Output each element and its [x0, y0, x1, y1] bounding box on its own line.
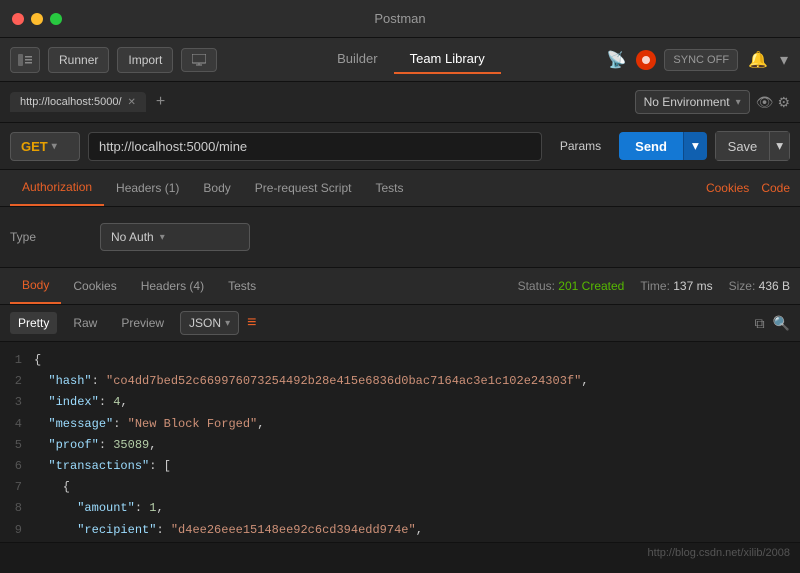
- team-library-tab[interactable]: Team Library: [394, 45, 501, 74]
- params-button[interactable]: Params: [550, 133, 611, 159]
- url-input[interactable]: [88, 132, 542, 161]
- footer: http://blog.csdn.net/xilib/2008: [0, 542, 800, 563]
- tab-authorization[interactable]: Authorization: [10, 170, 104, 206]
- code-line-7: 7 {: [0, 477, 800, 498]
- code-link[interactable]: Code: [761, 181, 790, 195]
- code-line-1: 1 {: [0, 350, 800, 371]
- code-area: 1 { 2 "hash": "co4dd7bed52c6699760732544…: [0, 342, 800, 542]
- code-line-6: 6 "transactions": [: [0, 456, 800, 477]
- footer-link: http://blog.csdn.net/xilib/2008: [648, 547, 790, 559]
- maximize-button[interactable]: [50, 13, 62, 25]
- chevron-down-icon: ▾: [160, 232, 165, 243]
- environment-selector[interactable]: No Environment ▾: [635, 90, 750, 114]
- status-code: 201 Created: [558, 279, 624, 293]
- code-line-9: 9 "recipient": "d4ee26eee15148ee92c6cd39…: [0, 520, 800, 541]
- tab-pre-request-script[interactable]: Pre-request Script: [243, 171, 364, 205]
- format-bar: Pretty Raw Preview JSON ▾ ≡ ⧉ 🔍: [0, 305, 800, 342]
- request-tabs: Authorization Headers (1) Body Pre-reque…: [0, 170, 800, 207]
- address-bar: http://localhost:5000/ ✕ + No Environmen…: [0, 82, 800, 123]
- satellite-icon[interactable]: 📡: [605, 48, 629, 72]
- size-value: 436 B: [759, 279, 790, 293]
- method-label: GET: [21, 139, 48, 154]
- code-line-3: 3 "index": 4,: [0, 392, 800, 413]
- auth-type-value: No Auth: [111, 230, 154, 244]
- status-label: Status:: [518, 279, 555, 293]
- method-selector[interactable]: GET ▾: [10, 132, 80, 161]
- time-label: Time:: [640, 279, 670, 293]
- eye-icon[interactable]: 👁: [756, 94, 774, 111]
- new-tab-button[interactable]: [181, 48, 217, 72]
- code-line-2: 2 "hash": "co4dd7bed52c669976073254492b2…: [0, 371, 800, 392]
- resp-tab-tests[interactable]: Tests: [216, 269, 268, 303]
- title-bar: Postman: [0, 0, 800, 38]
- env-actions: 👁 ⚙: [756, 94, 790, 111]
- format-selector[interactable]: JSON ▾: [180, 311, 239, 335]
- chevron-down-icon: ▾: [736, 97, 741, 108]
- chevron-down-icon: ▾: [225, 318, 230, 329]
- url-tab[interactable]: http://localhost:5000/ ✕: [10, 92, 146, 112]
- auth-section: Type No Auth ▾: [0, 207, 800, 268]
- tab-right-links: Cookies Code: [706, 181, 790, 195]
- runner-button[interactable]: Runner: [48, 47, 109, 73]
- send-button[interactable]: Send: [619, 132, 683, 160]
- sidebar-icon: [18, 54, 32, 66]
- gear-icon[interactable]: ⚙: [777, 94, 790, 111]
- window-title: Postman: [374, 11, 425, 26]
- new-tab-icon: [192, 54, 206, 66]
- request-bar: GET ▾ Params Send ▾ Save ▾: [0, 123, 800, 170]
- main-nav: Builder Team Library: [225, 45, 596, 74]
- send-button-group: Send ▾: [619, 132, 707, 160]
- save-button-group: Save ▾: [715, 131, 790, 161]
- response-status: Status: 201 Created Time: 137 ms Size: 4…: [518, 279, 790, 293]
- save-button[interactable]: Save: [715, 131, 770, 161]
- code-line-4: 4 "message": "New Block Forged",: [0, 414, 800, 435]
- bell-icon[interactable]: 🔔: [746, 48, 770, 72]
- resp-tab-cookies[interactable]: Cookies: [61, 269, 128, 303]
- fmt-tab-raw[interactable]: Raw: [65, 312, 105, 334]
- resp-tab-body[interactable]: Body: [10, 268, 61, 304]
- code-line-5: 5 "proof": 35089,: [0, 435, 800, 456]
- resp-tab-headers[interactable]: Headers (4): [129, 269, 216, 303]
- search-icon[interactable]: 🔍: [773, 315, 790, 332]
- sidebar-toggle-button[interactable]: [10, 47, 40, 73]
- fmt-tab-preview[interactable]: Preview: [113, 312, 172, 334]
- env-label: No Environment: [644, 95, 730, 109]
- format-right-actions: ⧉ 🔍: [755, 315, 790, 332]
- send-dropdown-button[interactable]: ▾: [683, 132, 707, 160]
- auth-type-label: Type: [10, 230, 90, 244]
- auth-type-selector[interactable]: No Auth ▾: [100, 223, 250, 251]
- response-tabs-bar: Body Cookies Headers (4) Tests Status: 2…: [0, 268, 800, 305]
- tab-tests[interactable]: Tests: [363, 171, 415, 205]
- code-line-8: 8 "amount": 1,: [0, 498, 800, 519]
- close-button[interactable]: [12, 13, 24, 25]
- tab-headers[interactable]: Headers (1): [104, 171, 191, 205]
- runner-label: Runner: [59, 53, 98, 67]
- sync-label: SYNC OFF: [673, 54, 729, 66]
- toolbar-right: 📡 SYNC OFF 🔔 ▾: [605, 48, 791, 72]
- sync-button[interactable]: SYNC OFF: [664, 49, 738, 71]
- traffic-lights: [12, 13, 62, 25]
- size-label: Size:: [729, 279, 756, 293]
- chevron-down-icon[interactable]: ▾: [778, 48, 790, 72]
- builder-tab[interactable]: Builder: [321, 45, 393, 74]
- tab-body[interactable]: Body: [191, 171, 242, 205]
- time-value: 137 ms: [673, 279, 712, 293]
- tab-url: http://localhost:5000/: [20, 96, 122, 108]
- beautify-icon[interactable]: ≡: [247, 314, 256, 332]
- format-value: JSON: [189, 316, 221, 330]
- chevron-down-icon: ▾: [52, 141, 57, 152]
- record-icon[interactable]: [636, 50, 656, 70]
- tab-close-button[interactable]: ✕: [128, 97, 136, 108]
- import-label: Import: [128, 53, 162, 67]
- copy-icon[interactable]: ⧉: [755, 315, 765, 332]
- save-dropdown-button[interactable]: ▾: [769, 131, 790, 161]
- add-tab-button[interactable]: +: [152, 93, 169, 111]
- cookies-link[interactable]: Cookies: [706, 181, 749, 195]
- import-button[interactable]: Import: [117, 47, 173, 73]
- toolbar: Runner Import Builder Team Library 📡 SYN…: [0, 38, 800, 82]
- fmt-tab-pretty[interactable]: Pretty: [10, 312, 57, 334]
- minimize-button[interactable]: [31, 13, 43, 25]
